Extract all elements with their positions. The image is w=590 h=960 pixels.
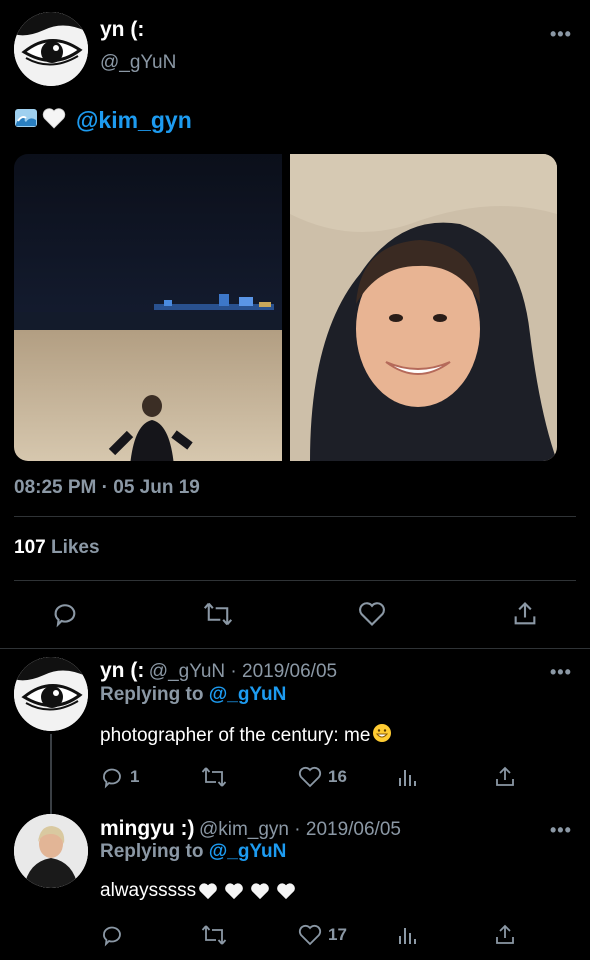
reply-button[interactable] xyxy=(100,923,124,947)
replying-to: Replying to @_gYuN xyxy=(100,684,286,706)
like-count: 16 xyxy=(328,767,347,786)
analytics-button[interactable] xyxy=(396,923,418,947)
share-button[interactable] xyxy=(493,923,517,947)
more-options-icon[interactable]: ••• xyxy=(550,820,572,841)
likes-summary[interactable]: 107 Likes xyxy=(14,537,100,559)
white-heart-emoji-icon xyxy=(199,883,217,900)
likes-label: Likes xyxy=(50,537,100,558)
reply-button[interactable] xyxy=(51,600,79,633)
retweet-button[interactable] xyxy=(201,765,227,789)
retweet-icon xyxy=(203,602,233,626)
like-button[interactable]: 16 xyxy=(298,765,347,789)
analytics-icon xyxy=(399,928,416,944)
tweet-mention-link[interactable]: @kim_gyn xyxy=(76,107,192,134)
handle-and-date[interactable]: @kim_gyn · 2019/06/05 xyxy=(199,819,401,840)
share-button[interactable] xyxy=(511,600,539,633)
reply-text-content: photographer of the century: me xyxy=(100,725,371,746)
replying-to-label: Replying to xyxy=(100,841,204,862)
reply-text: photographer of the century: me xyxy=(100,723,392,749)
share-icon xyxy=(496,766,514,786)
reply-header: mingyu :) @kim_gyn · 2019/06/05 xyxy=(100,817,401,841)
likes-count: 107 xyxy=(14,537,46,558)
replying-to-link[interactable]: @_gYuN xyxy=(209,841,287,862)
handle[interactable]: @_gYuN xyxy=(100,52,176,74)
anime-eye-avatar-icon xyxy=(14,12,88,86)
share-icon xyxy=(514,602,536,625)
more-options-icon[interactable]: ••• xyxy=(550,662,572,683)
analytics-button[interactable] xyxy=(396,765,418,789)
display-name[interactable]: yn (: xyxy=(100,659,144,682)
profile-photo-icon xyxy=(14,814,88,888)
white-heart-emoji-icon xyxy=(277,883,295,900)
tweet-timestamp[interactable]: 08:25 PM · 05 Jun 19 xyxy=(14,477,200,499)
reply-count: 1 xyxy=(130,767,140,786)
retweet-button[interactable] xyxy=(203,600,233,633)
display-name[interactable]: mingyu :) xyxy=(100,817,195,840)
media-photo-selfie[interactable] xyxy=(290,154,557,461)
white-heart-emoji-icon xyxy=(251,883,269,900)
like-button[interactable]: 17 xyxy=(298,923,347,947)
divider xyxy=(14,580,576,581)
display-name[interactable]: yn (: xyxy=(100,18,144,42)
share-button[interactable] xyxy=(493,765,517,789)
selfie-photo xyxy=(290,154,557,461)
avatar[interactable] xyxy=(14,814,88,888)
retweet-icon xyxy=(201,767,227,787)
share-icon xyxy=(496,924,514,944)
heart-icon xyxy=(298,766,322,788)
analytics-icon xyxy=(399,770,416,786)
thread-line xyxy=(50,734,52,814)
wave-emoji-icon xyxy=(14,106,38,135)
reply-header: yn (: @_gYuN · 2019/06/05 xyxy=(100,659,337,683)
like-button[interactable] xyxy=(358,600,386,633)
avatar[interactable] xyxy=(14,657,88,731)
replying-to-label: Replying to xyxy=(100,684,204,705)
reply-button[interactable]: 1 xyxy=(100,765,139,789)
grinning-emoji-icon xyxy=(372,723,392,749)
reply-icon xyxy=(54,604,76,628)
tweet-text: @kim_gyn xyxy=(14,106,192,134)
reply-text-content: alwaysssss xyxy=(100,880,197,901)
like-count: 17 xyxy=(328,925,347,944)
divider xyxy=(0,648,590,649)
replying-to-link[interactable]: @_gYuN xyxy=(209,684,287,705)
anime-eye-avatar-icon xyxy=(14,657,88,731)
reply-icon xyxy=(103,768,121,789)
media-photo-beach-night[interactable] xyxy=(14,154,282,461)
handle-and-date[interactable]: @_gYuN · 2019/06/05 xyxy=(149,661,337,682)
heart-icon xyxy=(298,924,322,946)
white-heart-emoji-icon xyxy=(225,883,243,900)
replying-to: Replying to @_gYuN xyxy=(100,841,286,863)
white-heart-emoji-icon xyxy=(42,107,66,134)
heart-icon xyxy=(359,602,385,626)
reply-text: alwaysssss xyxy=(100,880,296,902)
retweet-icon xyxy=(201,925,227,945)
more-options-icon[interactable]: ••• xyxy=(550,24,572,45)
reply-icon xyxy=(103,926,121,947)
avatar[interactable] xyxy=(14,12,88,86)
retweet-button[interactable] xyxy=(201,923,227,947)
beach-night-photo xyxy=(14,154,282,461)
divider xyxy=(14,516,576,517)
